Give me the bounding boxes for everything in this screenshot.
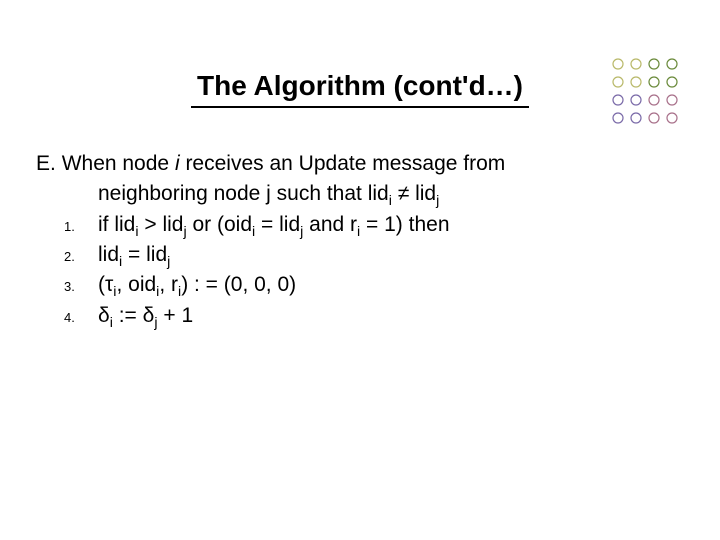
step-number: 3. xyxy=(64,278,98,296)
content-area: E. When node i receives an Update messag… xyxy=(36,150,676,332)
t: δ xyxy=(98,304,110,327)
step-4: 4. δi := δj + 1 xyxy=(36,302,676,330)
intro-line-1: E. When node i receives an Update messag… xyxy=(36,150,676,178)
step-3: 3. (τi, oidi, ri) : = (0, 0, 0) xyxy=(36,271,676,299)
t: if lid xyxy=(98,213,135,236)
t: = lid xyxy=(255,213,300,236)
step-2: 2. lidi = lidj xyxy=(36,241,676,269)
t: lid xyxy=(98,243,119,266)
intro-text-1b: receives an Update message from xyxy=(180,152,506,175)
t: = 1) then xyxy=(360,213,449,236)
t: := δ xyxy=(113,304,154,327)
step-1: 1. if lidi > lidj or (oidi = lidj and ri… xyxy=(36,211,676,239)
intro-line-2: neighboring node j such that lidi ≠ lidj xyxy=(36,180,676,208)
t: + 1 xyxy=(158,304,194,327)
t: or (oid xyxy=(187,213,252,236)
step-body: δi := δj + 1 xyxy=(98,302,676,330)
step-number: 4. xyxy=(64,309,98,327)
t: , oid xyxy=(116,273,156,296)
t: and r xyxy=(303,213,357,236)
step-body: if lidi > lidj or (oidi = lidj and ri = … xyxy=(98,211,676,239)
t: = lid xyxy=(122,243,167,266)
title-container: The Algorithm (cont'd…) xyxy=(0,70,720,108)
t: ) : = (0, 0, 0) xyxy=(181,273,296,296)
intro-text-1a: When node xyxy=(62,152,175,175)
step-body: (τi, oidi, ri) : = (0, 0, 0) xyxy=(98,271,676,299)
step-body: lidi = lidj xyxy=(98,241,676,269)
slide: The Algorithm (cont'd…) E. When node i r… xyxy=(0,0,720,540)
slide-title: The Algorithm (cont'd…) xyxy=(191,70,529,108)
step-number: 2. xyxy=(64,248,98,266)
intro-text-2a: neighboring node j such that lid xyxy=(98,182,389,205)
intro-text-2b: ≠ lid xyxy=(392,182,436,205)
sub-j: j xyxy=(436,194,439,210)
t: , r xyxy=(159,273,178,296)
t: (τ xyxy=(98,273,113,296)
section-label: E. xyxy=(36,152,56,175)
step-number: 1. xyxy=(64,218,98,236)
t: > lid xyxy=(139,213,184,236)
sub-j: j xyxy=(167,254,170,270)
